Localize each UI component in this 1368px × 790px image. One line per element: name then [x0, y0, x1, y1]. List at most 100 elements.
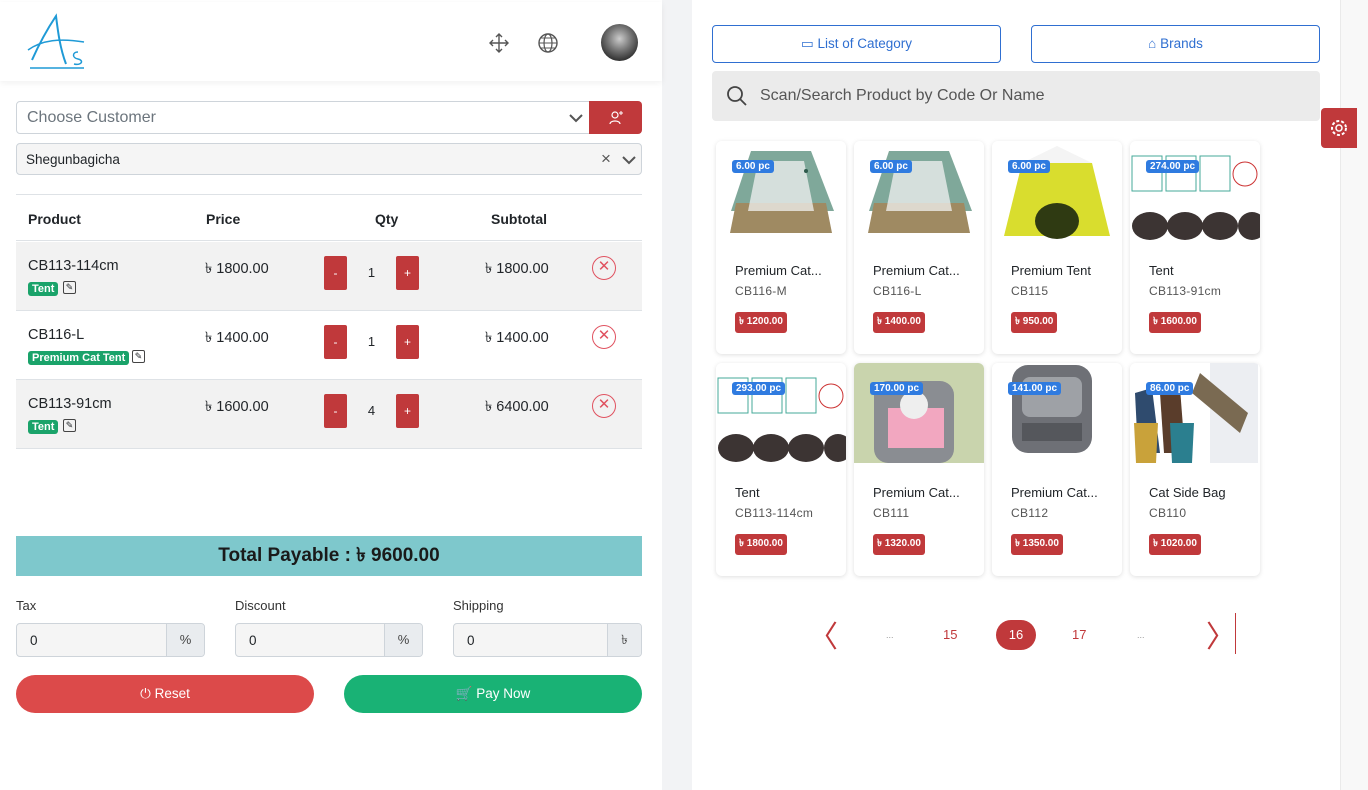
- decrement-button[interactable]: -: [324, 394, 347, 428]
- prev-page-button[interactable]: 〈: [808, 612, 838, 656]
- page-16-current[interactable]: 16: [996, 620, 1036, 650]
- category-tag: Tent: [28, 420, 59, 434]
- pay-now-button[interactable]: 🛒 Pay Now: [344, 675, 642, 713]
- increment-button[interactable]: +: [396, 325, 419, 359]
- avatar[interactable]: [601, 24, 638, 61]
- next-page-button[interactable]: 〉: [1206, 612, 1236, 656]
- power-icon: ⏻: [140, 686, 151, 701]
- list-of-category-button[interactable]: ▭ List of Category: [712, 25, 1001, 63]
- subtotal: ৳ 6400.00: [485, 399, 549, 415]
- discount-input[interactable]: 0 %: [235, 623, 423, 657]
- globe-icon[interactable]: [537, 32, 559, 54]
- header-qty: Qty: [375, 211, 399, 227]
- product-card[interactable]: 6.00 pc Premium Tent CB115 ৳ 950.00: [992, 141, 1122, 354]
- product-name: Tent: [735, 485, 760, 500]
- remove-item-icon[interactable]: ✕: [592, 256, 616, 280]
- edit-icon[interactable]: ✎: [132, 350, 145, 363]
- page-17[interactable]: 17: [1072, 627, 1086, 642]
- discount-label: Discount: [235, 598, 286, 613]
- reset-button[interactable]: ⏻ Reset: [16, 675, 314, 713]
- brands-button[interactable]: ⌂ Brands: [1031, 25, 1320, 63]
- logo[interactable]: [26, 12, 88, 74]
- decrement-button[interactable]: -: [324, 256, 347, 290]
- pagination-ellipsis: ...: [1137, 630, 1145, 640]
- quantity-input[interactable]: 1: [347, 325, 396, 359]
- remove-item-icon[interactable]: ✕: [592, 325, 616, 349]
- product-image: [1130, 363, 1260, 463]
- clear-icon[interactable]: ×: [601, 149, 611, 169]
- product-price: ৳ 1400.00: [873, 312, 925, 333]
- product-price: ৳ 1800.00: [735, 534, 787, 555]
- product-image: [716, 363, 846, 463]
- category-icon: ▭: [800, 36, 814, 51]
- stock-badge: 141.00 pc: [1008, 382, 1062, 395]
- product-code: CB113-114cm: [735, 506, 814, 520]
- header-subtotal: Subtotal: [491, 211, 547, 227]
- product-card[interactable]: 170.00 pc Premium Cat... CB111 ৳ 1320.00: [854, 363, 984, 576]
- settings-button[interactable]: [1321, 108, 1357, 148]
- price: ৳ 1400.00: [205, 330, 269, 346]
- search-input[interactable]: Scan/Search Product by Code Or Name: [760, 87, 1045, 105]
- total-payable: Total Payable : ৳ 9600.00: [16, 536, 642, 576]
- edit-icon[interactable]: ✎: [63, 281, 76, 294]
- product-card[interactable]: 6.00 pc Premium Cat... CB116-L ৳ 1400.00: [854, 141, 984, 354]
- customer-placeholder: Choose Customer: [27, 109, 156, 126]
- decrement-button[interactable]: -: [324, 325, 347, 359]
- fullscreen-icon[interactable]: [488, 32, 510, 54]
- user-plus-icon: [609, 111, 623, 125]
- category-tag: Tent: [28, 282, 59, 296]
- product-code: CB111: [873, 506, 910, 520]
- panel-gap: [662, 0, 692, 790]
- product-image: [716, 141, 846, 241]
- product-price: ৳ 950.00: [1011, 312, 1058, 333]
- shipping-suffix: ৳: [607, 624, 641, 656]
- product-search[interactable]: Scan/Search Product by Code Or Name: [712, 71, 1320, 121]
- page-15[interactable]: 15: [943, 627, 957, 642]
- quantity-input[interactable]: 1: [347, 256, 396, 290]
- tax-label: Tax: [16, 598, 37, 613]
- product-price: ৳ 1200.00: [735, 312, 787, 333]
- product-card[interactable]: 141.00 pc Premium Cat... CB112 ৳ 1350.00: [992, 363, 1122, 576]
- increment-button[interactable]: +: [396, 256, 419, 290]
- product-name: Tent: [1149, 263, 1174, 278]
- tax-input[interactable]: 0 %: [16, 623, 205, 657]
- shipping-input[interactable]: 0 ৳: [453, 623, 642, 657]
- stock-badge: 170.00 pc: [870, 382, 924, 395]
- top-header: [0, 2, 662, 81]
- brands-label: Brands: [1160, 36, 1203, 51]
- tax-value: 0: [30, 633, 38, 648]
- product-price: ৳ 1320.00: [873, 534, 925, 555]
- customer-select[interactable]: Choose Customer: [16, 101, 590, 134]
- product-image: [992, 363, 1122, 463]
- add-customer-button[interactable]: [589, 101, 642, 134]
- product-card[interactable]: 86.00 pc Cat Side Bag CB110 ৳ 1020.00: [1130, 363, 1260, 576]
- product-card[interactable]: 6.00 pc Premium Cat... CB116-M ৳ 1200.00: [716, 141, 846, 354]
- increment-button[interactable]: +: [396, 394, 419, 428]
- warehouse-value: Shegunbagicha: [26, 152, 120, 167]
- pagination-divider: [1235, 613, 1236, 654]
- product-card[interactable]: 274.00 pc Tent CB113-91cm ৳ 1600.00: [1130, 141, 1260, 354]
- remove-item-icon[interactable]: ✕: [592, 394, 616, 418]
- cart-table-header: Product Price Qty Subtotal: [16, 194, 642, 241]
- subtotal: ৳ 1800.00: [485, 261, 549, 277]
- search-icon: [727, 86, 747, 106]
- stock-badge: 274.00 pc: [1146, 160, 1200, 173]
- product-name: Premium Cat...: [1011, 485, 1098, 500]
- header-product: Product: [28, 211, 81, 227]
- stock-badge: 86.00 pc: [1146, 382, 1194, 395]
- chevron-down-icon: [622, 156, 636, 165]
- category-label: List of Category: [817, 36, 913, 51]
- gear-icon: [1331, 120, 1347, 136]
- product-code: CB116-L: [873, 284, 922, 298]
- product-code: CB110: [1149, 506, 1187, 520]
- bank-icon: ⌂: [1148, 36, 1157, 51]
- warehouse-select[interactable]: Shegunbagicha ×: [16, 143, 642, 175]
- chevron-down-icon: [569, 114, 583, 123]
- product-name: Premium Cat...: [873, 263, 960, 278]
- product-name: CB116-L: [28, 327, 85, 343]
- product-card[interactable]: 293.00 pc Tent CB113-114cm ৳ 1800.00: [716, 363, 846, 576]
- edit-icon[interactable]: ✎: [63, 419, 76, 432]
- quantity-input[interactable]: 4: [347, 394, 396, 428]
- product-name: CB113-114cm: [28, 258, 119, 274]
- stock-badge: 6.00 pc: [1008, 160, 1050, 173]
